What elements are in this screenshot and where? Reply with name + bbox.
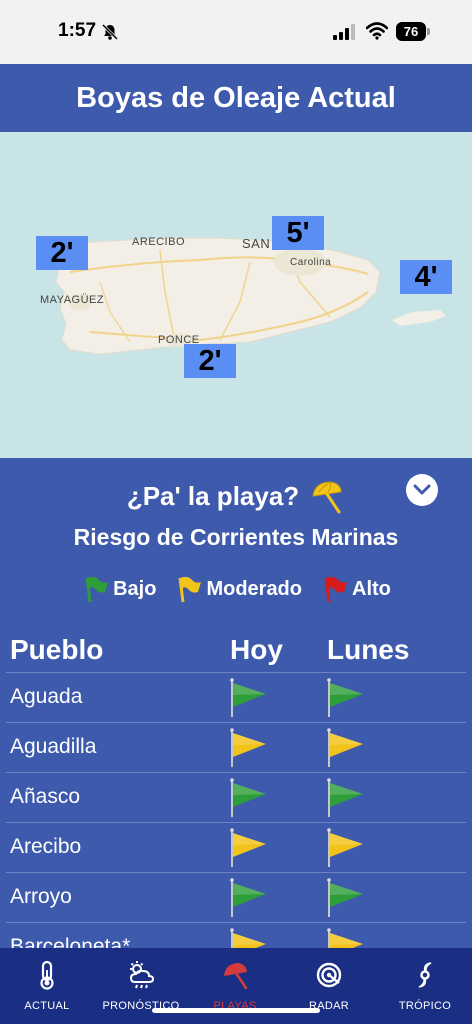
yellow-flag-icon [228,927,270,948]
risk-legend: Bajo Moderado Alto [0,574,472,604]
legend-item-low: Bajo [81,574,156,604]
green-flag-icon [325,777,367,819]
green-flag-icon [228,677,270,719]
row-town-name: Arroyo [10,885,72,908]
legend-label-moderate: Moderado [206,577,302,600]
nav-tab-tropico[interactable]: TRÓPICO [378,948,472,1024]
cell-signal-icon [333,24,355,40]
legend-label-high: Alto [352,577,391,600]
green-flag-icon [85,576,109,603]
yellow-flag-icon [228,727,270,769]
battery-tip [427,28,430,35]
nav-tab-actual[interactable]: ACTUAL [0,948,94,1024]
beach-umbrella-icon [312,481,342,514]
table-row: Arroyo [6,872,466,922]
yellow-flag-icon [228,827,270,869]
collapse-panel-button[interactable] [406,474,438,506]
battery-level: 76 [396,22,426,41]
wifi-icon [366,22,388,40]
forecast-icon [129,961,155,989]
beach-panel: ¿Pa' la playa? Riesgo de Corrientes Mari… [0,458,472,948]
nav-label-actual: ACTUAL [24,1000,70,1012]
status-bar: 1:57 76 [0,0,472,64]
table-header: Pueblo Hoy Lunes [0,634,472,672]
city-label-san-juan: SAN [242,236,271,251]
legend-item-high: Alto [320,574,391,604]
city-label-mayaguez: MAYAGÜEZ [40,294,105,306]
row-town-name: Aguadilla [10,735,97,758]
rip-current-subtitle: Riesgo de Corrientes Marinas [73,524,399,550]
hurricane-icon [418,962,432,988]
table-row: Aguadilla [6,722,466,772]
chevron-down-icon [413,484,431,495]
buoy-marker-west[interactable]: 2' [36,236,88,270]
thermometer-icon [40,960,54,990]
risk-table: Aguada Aguadilla Añasco Arecibo Arroyo Barcel… [6,672,466,948]
column-header-tomorrow: Lunes [327,634,410,665]
radar-icon [316,962,342,988]
home-indicator[interactable] [152,1008,320,1013]
green-flag-icon [325,877,367,919]
green-flag-icon [228,777,270,819]
battery-indicator: 76 [396,22,430,41]
column-header-today: Hoy [230,634,283,665]
yellow-flag-icon [325,727,367,769]
column-header-town: Pueblo [10,634,104,665]
buoy-map[interactable]: ARECIBO SAN Carolina MAYAGÜEZ PONCE 2' 5… [0,132,472,458]
page-header: Boyas de Oleaje Actual [0,64,472,132]
buoy-marker-south[interactable]: 2' [184,344,236,378]
yellow-flag-icon [325,827,367,869]
nav-label-tropico: TRÓPICO [398,1000,452,1012]
legend-label-low: Bajo [113,577,157,600]
yellow-flag-icon [178,576,202,603]
buoy-marker-north[interactable]: 5' [272,216,324,250]
green-flag-icon [228,877,270,919]
row-town-name: Aguada [10,685,83,708]
city-label-arecibo: ARECIBO [132,236,186,248]
row-town-name: Añasco [10,785,81,808]
beach-title-row: ¿Pa' la playa? [0,476,472,516]
table-row: Barceloneta* [6,922,466,948]
buoy-marker-east[interactable]: 4' [400,260,452,294]
yellow-flag-icon [325,927,367,948]
page-title: Boyas de Oleaje Actual [76,81,396,114]
bell-muted-icon [101,23,119,41]
table-row: Aguada [6,672,466,722]
table-row: Añasco [6,772,466,822]
green-flag-icon [325,677,367,719]
city-label-carolina: Carolina [290,257,332,268]
beach-title: ¿Pa' la playa? [126,480,300,511]
legend-item-moderate: Moderado [174,574,302,604]
umbrella-icon [224,963,248,990]
row-town-name: Arecibo [10,835,82,858]
table-row: Arecibo [6,822,466,872]
row-town-name: Barceloneta* [10,935,131,948]
red-flag-icon [324,576,347,603]
status-time: 1:57 [58,20,97,41]
